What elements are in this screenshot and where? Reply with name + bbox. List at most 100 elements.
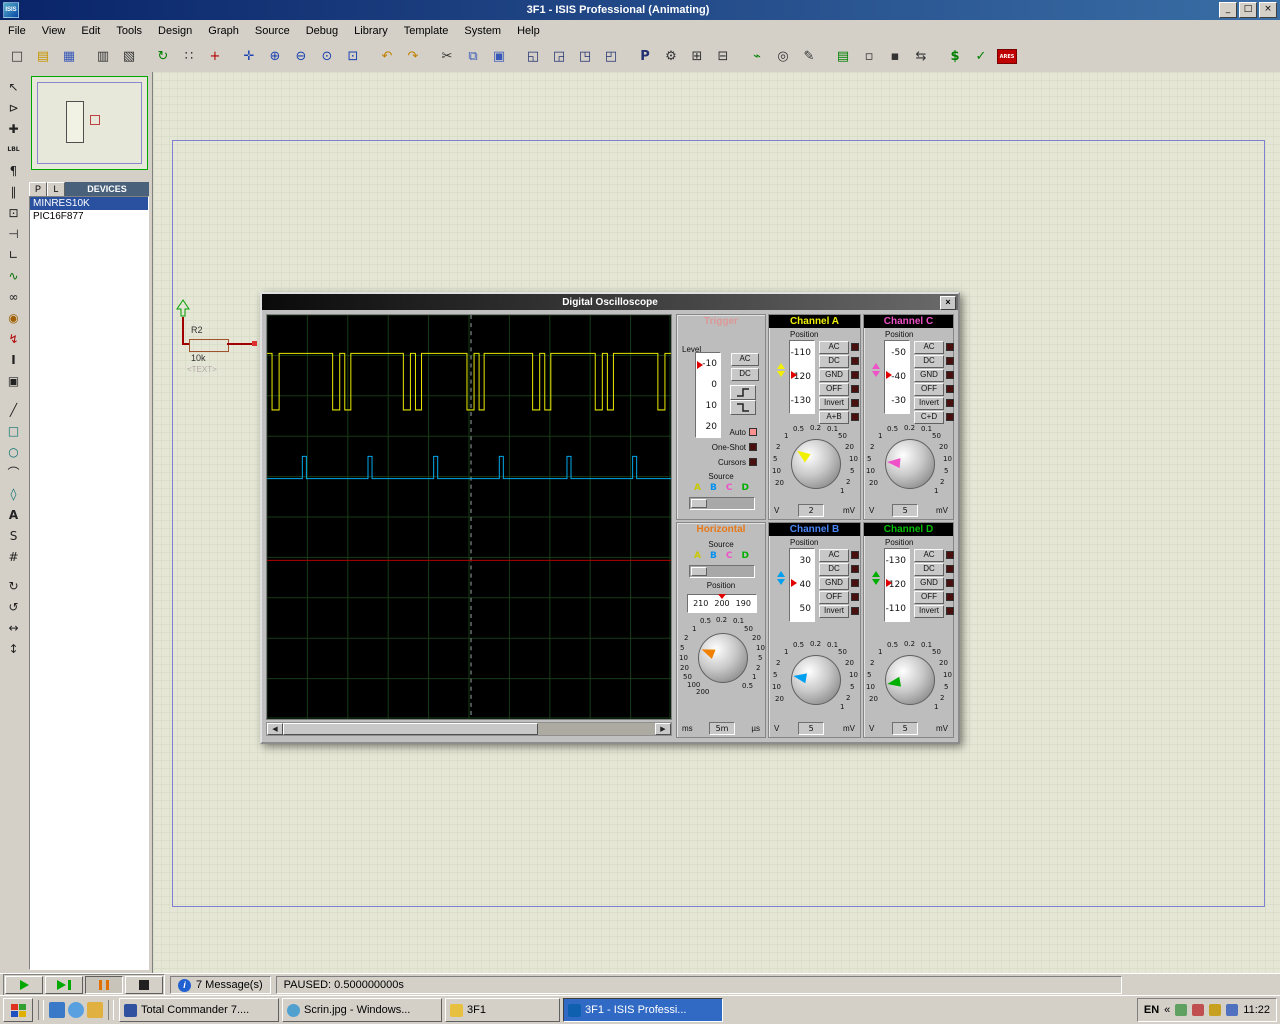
subcircuit-icon[interactable]: ⊡ <box>2 202 25 223</box>
block-rotate-icon[interactable]: ◳ <box>573 45 597 69</box>
bill-of-materials-icon[interactable]: $ <box>943 45 967 69</box>
packaging-tool-icon[interactable]: ⊞ <box>685 45 709 69</box>
menu-help[interactable]: Help <box>509 22 548 40</box>
channel-button[interactable]: A+B <box>819 410 859 424</box>
quick-launch-browser-icon[interactable] <box>68 1002 84 1018</box>
wire-vertical[interactable] <box>182 317 184 344</box>
undo-icon[interactable]: ↶ <box>375 45 399 69</box>
cut-icon[interactable]: ✂ <box>435 45 459 69</box>
scroll-right-icon[interactable]: ▶ <box>655 723 671 735</box>
device-pins-icon[interactable]: ∟ <box>2 244 25 265</box>
scope-h-scrollbar[interactable]: ◀ ▶ <box>266 722 672 736</box>
zoom-in-icon[interactable]: ⊕ <box>263 45 287 69</box>
tray-display-icon[interactable] <box>1192 1004 1204 1016</box>
cursors-button[interactable]: Cursors <box>718 458 746 467</box>
buses-icon[interactable]: ∥ <box>2 181 25 202</box>
channel-button[interactable]: Invert <box>819 604 859 618</box>
input-terminal-arrow-icon[interactable] <box>175 298 191 318</box>
menu-edit[interactable]: Edit <box>73 22 108 40</box>
channel-button[interactable]: AC <box>819 548 859 562</box>
horizontal-position-wheel[interactable]: 210200190 <box>687 594 757 613</box>
tray-volume-icon[interactable] <box>1175 1004 1187 1016</box>
mirror-x-icon[interactable]: ↔ <box>2 617 25 638</box>
make-device-icon[interactable]: ⚙ <box>659 45 683 69</box>
channel-button[interactable]: Invert <box>914 396 954 410</box>
one-shot-button[interactable]: One-Shot <box>712 443 746 452</box>
terminals-icon[interactable]: ⊣ <box>2 223 25 244</box>
block-delete-icon[interactable]: ◰ <box>599 45 623 69</box>
channel-button[interactable]: DC <box>819 354 859 368</box>
auto-button[interactable]: Auto <box>730 428 746 437</box>
quick-launch-mail-icon[interactable] <box>87 1002 103 1018</box>
2d-text-icon[interactable]: A <box>2 504 25 525</box>
netlist-to-ares-icon[interactable]: ARES <box>995 45 1019 69</box>
goto-sheet-icon[interactable]: ⇆ <box>909 45 933 69</box>
scroll-track[interactable] <box>283 723 655 735</box>
quick-launch-desktop-icon[interactable] <box>49 1002 65 1018</box>
horizontal-source-thumb[interactable] <box>691 567 707 576</box>
print-icon[interactable]: ▥ <box>91 45 115 69</box>
trigger-source-slider[interactable] <box>689 497 755 510</box>
menu-template[interactable]: Template <box>396 22 457 40</box>
message-panel[interactable]: i 7 Message(s) <box>170 976 271 994</box>
text-script-icon[interactable]: ¶ <box>2 160 25 181</box>
oscilloscope-titlebar[interactable]: Digital Oscilloscope × <box>262 294 958 310</box>
play-button[interactable] <box>5 976 43 994</box>
stop-button[interactable] <box>125 976 163 994</box>
task-total-commander[interactable]: Total Commander 7.... <box>119 998 279 1022</box>
menu-view[interactable]: View <box>34 22 74 40</box>
redo-icon[interactable]: ↷ <box>401 45 425 69</box>
grid-toggle-icon[interactable]: ∷ <box>177 45 201 69</box>
start-button[interactable] <box>3 998 33 1022</box>
channel-c-position-arrows-icon[interactable] <box>872 363 880 377</box>
save-design-icon[interactable]: ▦ <box>57 45 81 69</box>
scroll-thumb[interactable] <box>283 723 538 735</box>
component-value[interactable]: 10k <box>191 353 206 363</box>
trigger-dc-button[interactable]: DC <box>731 368 759 381</box>
trigger-source-thumb[interactable] <box>691 499 707 508</box>
channel-button[interactable]: GND <box>914 368 954 382</box>
horizontal-source-slider[interactable] <box>689 565 755 578</box>
tape-recorder-icon[interactable]: ∞ <box>2 286 25 307</box>
component-ref[interactable]: R2 <box>191 325 203 335</box>
channel-button[interactable]: DC <box>819 562 859 576</box>
2d-box-icon[interactable]: □ <box>2 420 25 441</box>
channel-button[interactable]: Invert <box>914 604 954 618</box>
channel-a-position-arrows-icon[interactable] <box>777 363 785 377</box>
trigger-falling-edge-button[interactable] <box>730 400 756 415</box>
timebase-knob[interactable] <box>698 633 748 683</box>
window-titlebar[interactable]: ISIS 3F1 - ISIS Professional (Animating)… <box>0 0 1280 20</box>
virtual-instruments-icon[interactable]: ▣ <box>2 370 25 391</box>
rotate-clockwise-icon[interactable]: ↻ <box>2 575 25 596</box>
step-button[interactable] <box>45 976 83 994</box>
channel-button[interactable]: GND <box>914 576 954 590</box>
component-mode-icon[interactable]: ⊳ <box>2 97 25 118</box>
electrical-rule-check-icon[interactable]: ✓ <box>969 45 993 69</box>
menu-debug[interactable]: Debug <box>298 22 346 40</box>
trigger-ac-button[interactable]: AC <box>731 353 759 366</box>
pan-icon[interactable]: ✛ <box>237 45 261 69</box>
menu-system[interactable]: System <box>456 22 509 40</box>
maximize-button[interactable]: □ <box>1239 2 1257 18</box>
mark-output-area-icon[interactable]: ▧ <box>117 45 141 69</box>
scroll-left-icon[interactable]: ◀ <box>267 723 283 735</box>
task-scrin-jpg[interactable]: Scrin.jpg - Windows... <box>282 998 442 1022</box>
new-sheet-icon[interactable]: ▫ <box>857 45 881 69</box>
channel-button[interactable]: OFF <box>819 590 859 604</box>
pause-button[interactable] <box>85 976 123 994</box>
channel-button[interactable]: AC <box>914 340 954 354</box>
paste-icon[interactable]: ▣ <box>487 45 511 69</box>
device-item-minres10k[interactable]: MINRES10K <box>30 197 148 210</box>
channel-button[interactable]: OFF <box>914 590 954 604</box>
oscilloscope-close-icon[interactable]: × <box>940 296 956 310</box>
language-indicator[interactable]: EN <box>1144 1004 1159 1016</box>
channel-button[interactable]: Invert <box>819 396 859 410</box>
wire-right[interactable] <box>227 343 253 345</box>
remove-sheet-icon[interactable]: ▪ <box>883 45 907 69</box>
channel-button[interactable]: AC <box>914 548 954 562</box>
zoom-all-icon[interactable]: ⊙ <box>315 45 339 69</box>
channel-a-position-slider[interactable]: -110-120-130 <box>789 340 815 414</box>
trigger-level-slider[interactable]: -1001020 <box>695 352 721 438</box>
channel-button[interactable]: OFF <box>819 382 859 396</box>
channel-button[interactable]: DC <box>914 354 954 368</box>
